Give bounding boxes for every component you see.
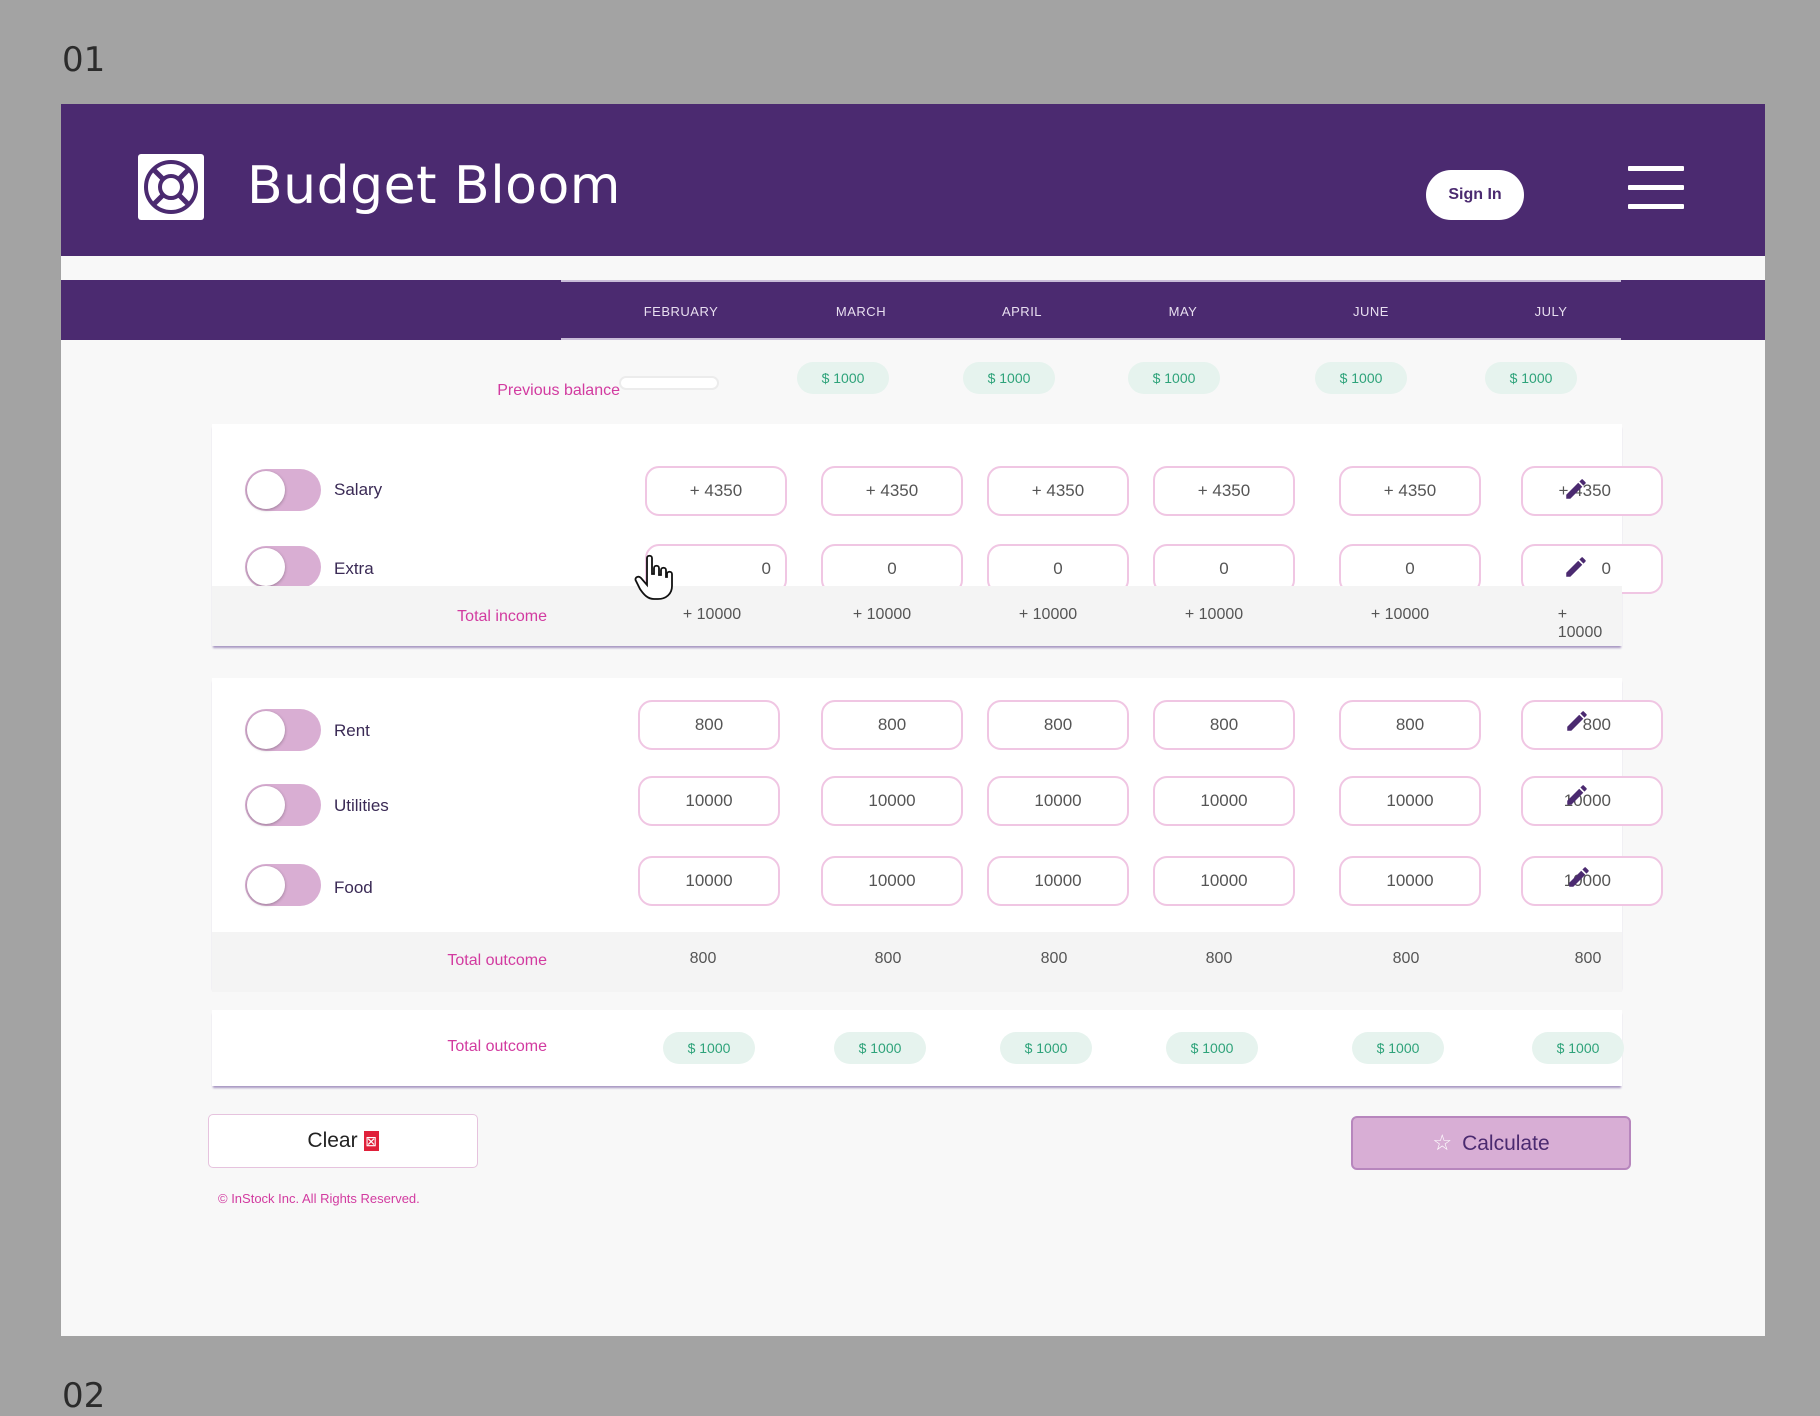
rent-input[interactable]: 800 [1153, 700, 1295, 750]
month-header: APRIL [1001, 304, 1043, 319]
sign-in-button[interactable]: Sign In [1426, 170, 1524, 220]
total-outcome-row: Total outcome 800 800 800 800 800 800 [212, 932, 1622, 992]
previous-balance-value: $ 1000 [1315, 362, 1407, 394]
summary-label: Total outcome [447, 1038, 547, 1055]
income-section: Salary + 4350 + 4350 + 4350 + 4350 + 435… [212, 424, 1663, 646]
total-income-label: Total income [457, 608, 547, 625]
previous-balance-value: $ 1000 [963, 362, 1055, 394]
app-header: Budget Bloom Sign In [61, 104, 1765, 256]
next-frame-number: 02 [62, 1376, 106, 1416]
copyright-footer: © InStock Inc. All Rights Reserved. [218, 1191, 420, 1206]
rent-input[interactable]: 800 [638, 700, 780, 750]
total-income-value: + 10000 [1557, 606, 1603, 641]
summary-section: Total outcome $ 1000 $ 1000 $ 1000 $ 100… [212, 1010, 1624, 1086]
total-outcome-value: 800 [1040, 950, 1068, 967]
rent-input[interactable]: 800 [987, 700, 1129, 750]
total-income-value: + 10000 [1018, 606, 1078, 623]
utilities-input[interactable]: 10000 [1339, 776, 1481, 826]
previous-balance-value: $ 1000 [797, 362, 889, 394]
calculate-button[interactable]: ☆ Calculate [1351, 1116, 1631, 1170]
clear-button[interactable]: Clear ⊠ [208, 1114, 478, 1168]
month-header: MARCH [835, 304, 887, 319]
pencil-edit-icon[interactable] [1564, 708, 1590, 734]
summary-value: $ 1000 [834, 1032, 926, 1064]
food-input[interactable]: 10000 [821, 856, 963, 906]
calculate-label: Calculate [1462, 1132, 1550, 1155]
rent-input[interactable]: 800 [821, 700, 963, 750]
salary-toggle[interactable] [245, 469, 321, 511]
utilities-label: Utilities [334, 796, 389, 815]
food-input[interactable]: 10000 [1339, 856, 1481, 906]
month-header: FEBRUARY [643, 304, 719, 319]
extra-toggle[interactable] [245, 546, 321, 588]
food-label: Food [334, 878, 373, 897]
rent-input[interactable]: 800 [1521, 700, 1663, 750]
total-outcome-value: 800 [874, 950, 902, 967]
salary-label: Salary [334, 480, 383, 499]
month-header: JUNE [1353, 304, 1389, 319]
total-outcome-value: 800 [1574, 950, 1602, 967]
total-outcome-label: Total outcome [447, 952, 547, 969]
total-outcome-value: 800 [1392, 950, 1420, 967]
utilities-toggle[interactable] [245, 784, 321, 826]
hamburger-menu-icon[interactable] [1628, 166, 1684, 210]
total-income-row: Total income + 10000 + 10000 + 10000 + 1… [212, 586, 1622, 646]
food-input[interactable]: 10000 [1521, 856, 1663, 906]
pencil-edit-icon[interactable] [1564, 782, 1590, 808]
month-header: JULY [1534, 304, 1568, 319]
extra-label: Extra [334, 559, 374, 578]
month-header-bar: FEBRUARY MARCH APRIL MAY JUNE JULY [61, 280, 1765, 340]
clear-label: Clear [307, 1129, 358, 1152]
rent-label: Rent [334, 721, 370, 740]
summary-value: $ 1000 [663, 1032, 755, 1064]
total-outcome-value: 800 [689, 950, 717, 967]
utilities-input[interactable]: 10000 [987, 776, 1129, 826]
app-title: Budget Bloom [247, 156, 621, 216]
food-input[interactable]: 10000 [1153, 856, 1295, 906]
salary-input[interactable]: + 4350 [1339, 466, 1481, 516]
app-window: Budget Bloom Sign In FEBRUARY MARCH APRI… [61, 104, 1765, 1336]
salary-input[interactable]: + 4350 [645, 466, 787, 516]
salary-input[interactable]: + 4350 [821, 466, 963, 516]
food-input[interactable]: 10000 [638, 856, 780, 906]
pencil-edit-icon[interactable] [1563, 476, 1589, 502]
salary-input[interactable]: + 4350 [1153, 466, 1295, 516]
total-income-value: + 10000 [1184, 606, 1244, 623]
month-header: MAY [1168, 304, 1198, 319]
pencil-edit-icon[interactable] [1566, 864, 1592, 890]
pencil-edit-icon[interactable] [1563, 554, 1589, 580]
summary-value: $ 1000 [1000, 1032, 1092, 1064]
star-icon: ☆ [1432, 1130, 1453, 1155]
rent-toggle[interactable] [245, 709, 321, 751]
utilities-input[interactable]: 10000 [821, 776, 963, 826]
summary-value: $ 1000 [1352, 1032, 1444, 1064]
summary-value: $ 1000 [1532, 1032, 1624, 1064]
food-toggle[interactable] [245, 864, 321, 906]
utilities-input[interactable]: 10000 [1153, 776, 1295, 826]
previous-balance-label: Previous balance [497, 382, 620, 399]
close-box-icon: ⊠ [363, 1131, 379, 1152]
total-income-value: + 10000 [1370, 606, 1430, 623]
salary-input[interactable]: + 4350 [1521, 466, 1663, 516]
previous-balance-empty [619, 376, 719, 390]
hand-pointer-cursor-icon [634, 554, 674, 600]
previous-balance-value: $ 1000 [1485, 362, 1577, 394]
rent-input[interactable]: 800 [1339, 700, 1481, 750]
salary-input[interactable]: + 4350 [987, 466, 1129, 516]
lifebuoy-logo-icon [138, 154, 204, 220]
total-outcome-value: 800 [1205, 950, 1233, 967]
total-income-value: + 10000 [852, 606, 912, 623]
frame-number: 01 [62, 40, 106, 80]
previous-balance-value: $ 1000 [1128, 362, 1220, 394]
summary-value: $ 1000 [1166, 1032, 1258, 1064]
outcome-section: Rent 800 800 800 800 800 800 Utilities 1… [212, 678, 1663, 992]
utilities-input[interactable]: 10000 [1521, 776, 1663, 826]
utilities-input[interactable]: 10000 [638, 776, 780, 826]
food-input[interactable]: 10000 [987, 856, 1129, 906]
total-income-value: + 10000 [682, 606, 742, 623]
